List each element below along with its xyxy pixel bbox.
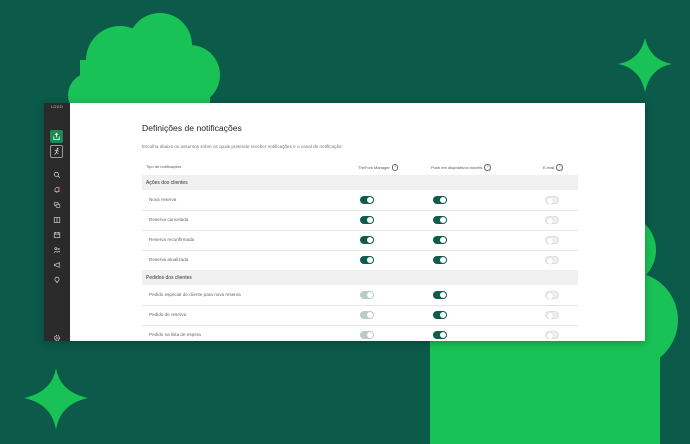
bell-icon[interactable]	[52, 185, 61, 194]
toggle-email[interactable]	[545, 236, 559, 244]
page-subtitle: Escolha abaixo os assuntos sobre os quai…	[142, 144, 343, 149]
toggle-manager[interactable]	[360, 311, 374, 319]
row-label: Nova reserva	[149, 197, 177, 202]
column-header-manager: TheFork Manager ?	[358, 164, 399, 171]
toggle-push[interactable]	[433, 311, 447, 319]
row-label: Pedido especial do cliente para nova res…	[149, 292, 241, 297]
table-row: Nova reserva	[142, 190, 578, 211]
row-label: Reserva reconfirmada	[149, 237, 195, 242]
toggle-manager[interactable]	[360, 256, 374, 264]
chat-icon[interactable]	[52, 200, 61, 209]
book-icon[interactable]	[52, 215, 61, 224]
help-icon[interactable]: ?	[484, 164, 491, 171]
share-icon	[53, 132, 60, 141]
toggle-email[interactable]	[545, 291, 559, 299]
row-label: Reserva atualizada	[149, 257, 189, 262]
toggle-email[interactable]	[545, 311, 559, 319]
row-label: Pedido de reserva	[149, 312, 187, 317]
section-customer-requests: Pedidos dos clientes	[142, 270, 578, 285]
toggle-push[interactable]	[433, 291, 447, 299]
table-row: Reserva atualizada	[142, 250, 578, 271]
megaphone-icon[interactable]	[52, 260, 61, 269]
table-row: Reserva reconfirmada	[142, 230, 578, 251]
app-window: LOGO Definições de notificações Escolha …	[44, 103, 645, 341]
page-title: Definições de notificações	[142, 123, 242, 133]
toggle-email[interactable]	[545, 256, 559, 264]
bulb-icon[interactable]	[52, 275, 61, 284]
column-header-type: Tipo de notificações	[146, 164, 182, 169]
table-row: Pedido de reserva	[142, 305, 578, 326]
settings-icon[interactable]	[52, 333, 61, 341]
row-label: Pedido na lista de espera	[149, 332, 201, 337]
people-icon[interactable]	[52, 245, 61, 254]
help-icon[interactable]: ?	[556, 164, 563, 171]
notification-settings-panel: Definições de notificações Escolha abaix…	[142, 103, 602, 341]
table-row: Pedido na lista de espera	[142, 325, 578, 341]
calendar-icon[interactable]	[52, 230, 61, 239]
toggle-email[interactable]	[545, 216, 559, 224]
toggle-push[interactable]	[433, 331, 447, 339]
run-icon	[54, 147, 59, 155]
sidebar-activity-button[interactable]	[50, 145, 63, 158]
toggle-manager[interactable]	[360, 331, 374, 339]
sidebar-rail: LOGO	[44, 103, 70, 341]
toggle-push[interactable]	[433, 236, 447, 244]
toggle-manager[interactable]	[360, 291, 374, 299]
help-icon[interactable]: ?	[391, 164, 399, 171]
logo: LOGO	[51, 105, 63, 109]
toggle-push[interactable]	[433, 196, 447, 204]
toggle-email[interactable]	[545, 196, 559, 204]
toggle-email[interactable]	[545, 331, 559, 339]
sidebar-share-button[interactable]	[50, 130, 63, 143]
section-customer-actions: Ações dos clientes	[142, 175, 578, 190]
table-row: Reserva cancelada	[142, 210, 578, 231]
toggle-manager[interactable]	[360, 216, 374, 224]
toggle-manager[interactable]	[360, 236, 374, 244]
column-header-email: E-mail ?	[543, 164, 563, 171]
column-header-push: Push em dispositivos móveis ?	[431, 164, 491, 171]
toggle-push[interactable]	[433, 216, 447, 224]
row-label: Reserva cancelada	[149, 217, 189, 222]
table-row: Pedido especial do cliente para nova res…	[142, 285, 578, 306]
toggle-manager[interactable]	[360, 196, 374, 204]
toggle-push[interactable]	[433, 256, 447, 264]
search-icon[interactable]	[52, 170, 61, 179]
